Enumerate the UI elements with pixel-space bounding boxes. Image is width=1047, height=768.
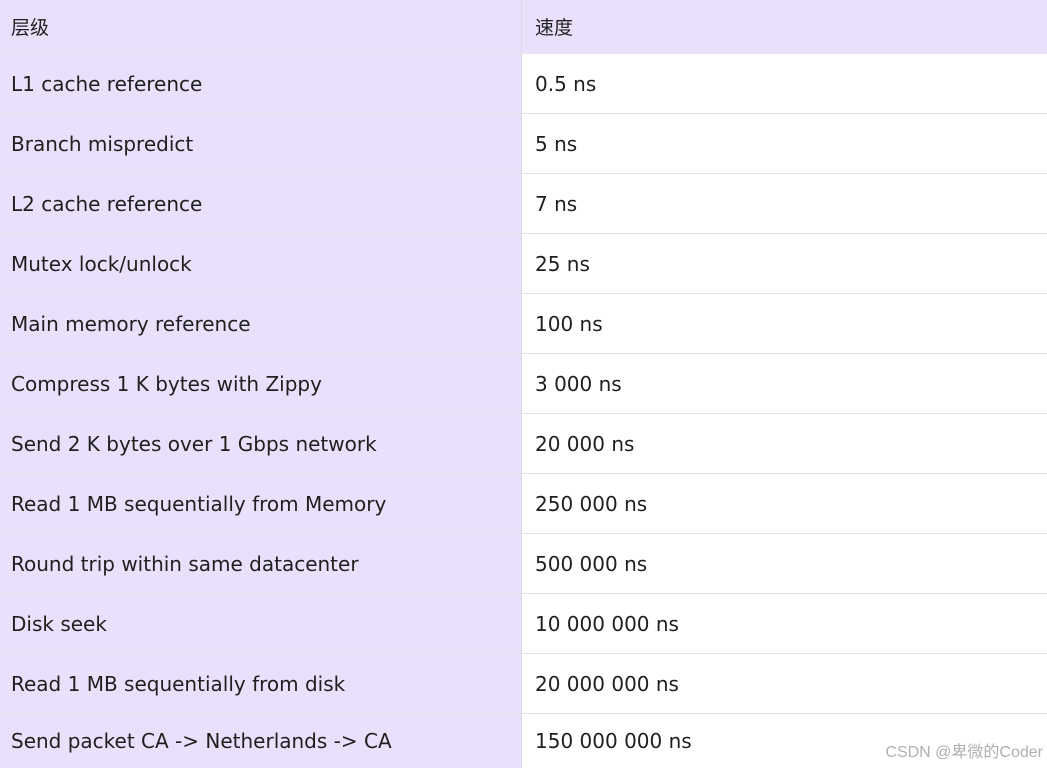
table-row: Disk seek 10 000 000 ns — [0, 594, 1047, 654]
header-level: 层级 — [0, 0, 522, 53]
header-speed: 速度 — [522, 0, 1047, 53]
level-cell: Mutex lock/unlock — [0, 234, 522, 293]
speed-cell: 20 000 ns — [522, 414, 1047, 473]
table-row: Read 1 MB sequentially from Memory 250 0… — [0, 474, 1047, 534]
table-row: Mutex lock/unlock 25 ns — [0, 234, 1047, 294]
table-row: L2 cache reference 7 ns — [0, 174, 1047, 234]
speed-cell: 250 000 ns — [522, 474, 1047, 533]
speed-cell: 10 000 000 ns — [522, 594, 1047, 653]
csdn-watermark: CSDN @卑微的Coder — [885, 744, 1043, 761]
table-row: Read 1 MB sequentially from disk 20 000 … — [0, 654, 1047, 714]
table-row: Round trip within same datacenter 500 00… — [0, 534, 1047, 594]
level-cell: Read 1 MB sequentially from Memory — [0, 474, 522, 533]
table-header-row: 层级 速度 — [0, 0, 1047, 54]
speed-cell: 100 ns — [522, 294, 1047, 353]
speed-cell: 0.5 ns — [522, 54, 1047, 113]
table-row: Send 2 K bytes over 1 Gbps network 20 00… — [0, 414, 1047, 474]
table-row: Compress 1 K bytes with Zippy 3 000 ns — [0, 354, 1047, 414]
level-cell: Send 2 K bytes over 1 Gbps network — [0, 414, 522, 473]
level-cell: L2 cache reference — [0, 174, 522, 233]
level-cell: Disk seek — [0, 594, 522, 653]
table-row: L1 cache reference 0.5 ns — [0, 54, 1047, 114]
level-cell: Compress 1 K bytes with Zippy — [0, 354, 522, 413]
level-cell: Main memory reference — [0, 294, 522, 353]
latency-table: 层级 速度 L1 cache reference 0.5 ns Branch m… — [0, 0, 1047, 768]
speed-cell: 3 000 ns — [522, 354, 1047, 413]
level-cell: Round trip within same datacenter — [0, 534, 522, 593]
speed-cell: 20 000 000 ns — [522, 654, 1047, 713]
speed-cell: 5 ns — [522, 114, 1047, 173]
level-cell: Branch mispredict — [0, 114, 522, 173]
level-cell: L1 cache reference — [0, 54, 522, 113]
speed-cell: 500 000 ns — [522, 534, 1047, 593]
level-cell: Send packet CA -> Netherlands -> CA — [0, 714, 522, 768]
speed-cell: 25 ns — [522, 234, 1047, 293]
table-row: Main memory reference 100 ns — [0, 294, 1047, 354]
table-row: Branch mispredict 5 ns — [0, 114, 1047, 174]
speed-cell: 7 ns — [522, 174, 1047, 233]
level-cell: Read 1 MB sequentially from disk — [0, 654, 522, 713]
